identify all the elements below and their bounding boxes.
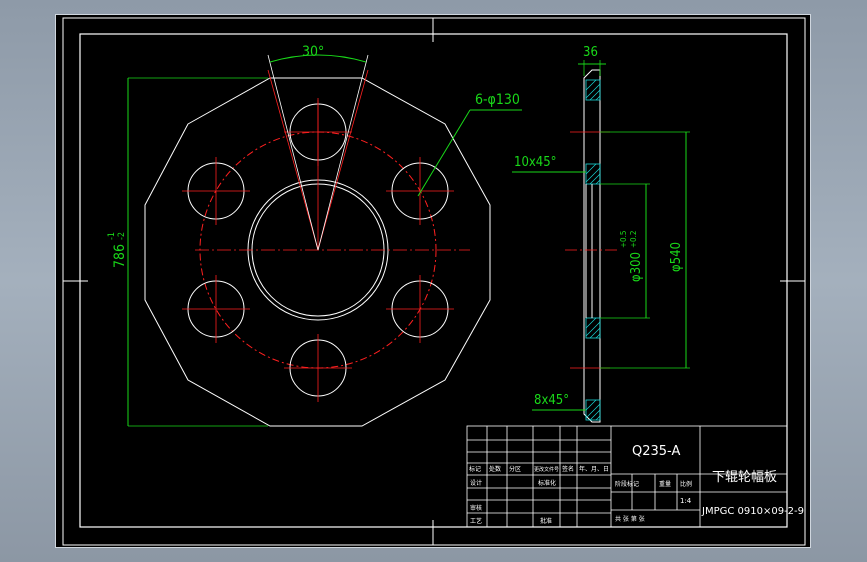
rev-label-zone: 分区: [509, 465, 521, 473]
outer-border: [62, 17, 806, 546]
rev-label-mark: 标记: [469, 465, 481, 473]
height-tol-1: -1: [107, 232, 117, 240]
side-view: 36 10x45° 8x45° φ300 +0.5 +0.2 φ540: [512, 45, 690, 423]
rev-label-date: 年、月、日: [579, 465, 609, 473]
material-label: Q235-A: [632, 444, 680, 459]
angle-label: 30°: [302, 44, 324, 60]
inner-border: [79, 33, 788, 528]
plate-outline: [144, 77, 491, 427]
thickness-label: 36: [583, 45, 598, 60]
design-label: 设计: [470, 479, 482, 487]
drawing-number: JMPGC 0910×09-2-9: [701, 506, 804, 517]
stage-label: 阶段标记: [615, 480, 639, 488]
rev-label-count: 处数: [489, 465, 501, 473]
pitch-label: φ540: [669, 242, 684, 272]
chamfer-top-label: 10x45°: [514, 155, 557, 170]
bore-tol-lower: +0.2: [629, 231, 638, 248]
ratio-label: 比例: [680, 480, 692, 488]
height-tol-2: -2: [117, 232, 127, 240]
front-view: 30° 6-φ130 786 -1 -2: [107, 44, 522, 427]
weight-label: 重量: [659, 480, 671, 488]
chamfer-bottom-label: 8x45°: [534, 393, 569, 408]
part-name: 下辊轮幅板: [712, 470, 777, 485]
standard-label: 标准化: [538, 479, 556, 487]
sheet-label: 共 张 第 张: [615, 515, 645, 523]
rev-label-file: 更改文件号: [534, 466, 559, 473]
process-label: 工艺: [470, 517, 482, 525]
cad-drawing: 30° 6-φ130 786 -1 -2 36 10x45° 8x45° φ30…: [62, 17, 806, 546]
bore-tol-upper: +0.5: [619, 231, 628, 248]
height-label: 786: [112, 244, 128, 268]
bore-label: φ300: [629, 252, 644, 282]
holes-label: 6-φ130: [475, 92, 520, 108]
approve-label: 批准: [540, 517, 552, 525]
review-label: 审核: [470, 504, 482, 512]
scale-value: 1:4: [680, 497, 692, 505]
rev-label-sign: 签名: [562, 465, 574, 473]
